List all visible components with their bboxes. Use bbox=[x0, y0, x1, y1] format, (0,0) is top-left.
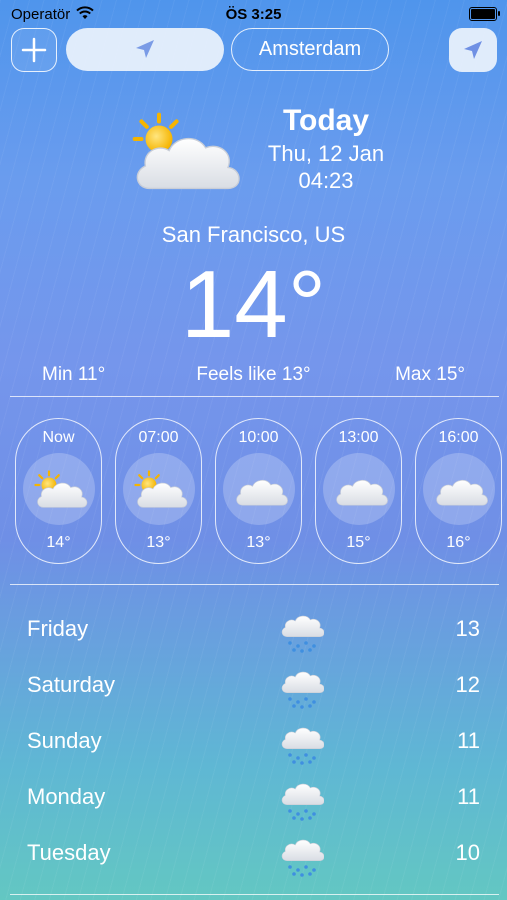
day-name: Saturday bbox=[27, 672, 116, 697]
locate-button[interactable] bbox=[449, 28, 497, 72]
daily-row[interactable]: Sunday 11 bbox=[0, 718, 507, 774]
partly-cloudy-icon bbox=[22, 453, 95, 525]
hourly-card[interactable]: 16:00 16° bbox=[415, 418, 502, 564]
status-time: ÖS 3:25 bbox=[225, 6, 282, 23]
add-city-button[interactable] bbox=[11, 28, 57, 72]
time-label: 04:23 bbox=[298, 168, 354, 193]
rain-cloud-icon bbox=[278, 774, 325, 827]
cloud-icon bbox=[222, 453, 295, 525]
hourly-forecast[interactable]: Now 14° 07:00 13° 10:00 13° 13:00 15° 16… bbox=[15, 418, 507, 564]
cloud-icon bbox=[422, 453, 495, 525]
plus-icon bbox=[21, 37, 47, 63]
hourly-card[interactable]: 07:00 13° bbox=[115, 418, 202, 564]
rain-cloud-icon bbox=[278, 662, 325, 715]
hour-time: Now bbox=[42, 429, 75, 446]
rain-cloud-icon bbox=[278, 718, 325, 771]
city-tab-amsterdam[interactable]: Amsterdam bbox=[231, 28, 389, 71]
divider bbox=[10, 396, 499, 397]
max-temperature: Max 15° bbox=[395, 364, 465, 385]
partly-cloudy-icon bbox=[122, 453, 195, 525]
battery-icon bbox=[469, 7, 500, 21]
divider bbox=[10, 894, 499, 895]
day-temperature: 13 bbox=[455, 616, 480, 641]
hour-time: 16:00 bbox=[438, 429, 479, 446]
daily-row[interactable]: Saturday 12 bbox=[0, 662, 507, 718]
hour-temperature: 13° bbox=[246, 534, 271, 551]
day-name: Tuesday bbox=[27, 840, 111, 865]
location-label: San Francisco, US bbox=[161, 222, 346, 247]
rain-cloud-icon bbox=[278, 606, 325, 659]
partly-cloudy-icon bbox=[128, 108, 240, 198]
divider bbox=[10, 584, 499, 585]
daily-row[interactable]: Monday 11 bbox=[0, 774, 507, 830]
hour-temperature: 16° bbox=[446, 534, 471, 551]
hour-temperature: 14° bbox=[46, 534, 71, 551]
day-temperature: 11 bbox=[457, 728, 480, 753]
day-temperature: 12 bbox=[455, 672, 480, 697]
rain-cloud-icon bbox=[278, 830, 325, 883]
hourly-card[interactable]: 13:00 15° bbox=[315, 418, 402, 564]
hour-time: 13:00 bbox=[338, 429, 379, 446]
hour-temperature: 13° bbox=[146, 534, 171, 551]
daily-row[interactable]: Friday 13 bbox=[0, 606, 507, 662]
today-label: Today bbox=[282, 104, 370, 137]
current-location-tab[interactable] bbox=[66, 28, 224, 71]
hour-time: 10:00 bbox=[238, 429, 279, 446]
hour-temperature: 15° bbox=[346, 534, 371, 551]
current-temperature: 14° bbox=[180, 251, 327, 358]
day-name: Sunday bbox=[27, 728, 102, 753]
day-temperature: 11 bbox=[457, 784, 480, 809]
daily-row[interactable]: Tuesday 10 bbox=[0, 830, 507, 886]
hourly-card[interactable]: Now 14° bbox=[15, 418, 102, 564]
location-arrow-icon bbox=[464, 41, 482, 59]
hourly-card[interactable]: 10:00 13° bbox=[215, 418, 302, 564]
location-arrow-icon bbox=[136, 40, 154, 58]
day-name: Monday bbox=[27, 784, 106, 809]
today-block: Today Thu, 12 Jan 04:23 bbox=[258, 104, 394, 194]
status-bar: Operatör ÖS 3:25 bbox=[0, 0, 507, 28]
day-temperature: 10 bbox=[455, 840, 480, 865]
hour-time: 07:00 bbox=[138, 429, 179, 446]
day-name: Friday bbox=[27, 616, 89, 641]
date-label: Thu, 12 Jan bbox=[267, 141, 385, 166]
cloud-icon bbox=[322, 453, 395, 525]
